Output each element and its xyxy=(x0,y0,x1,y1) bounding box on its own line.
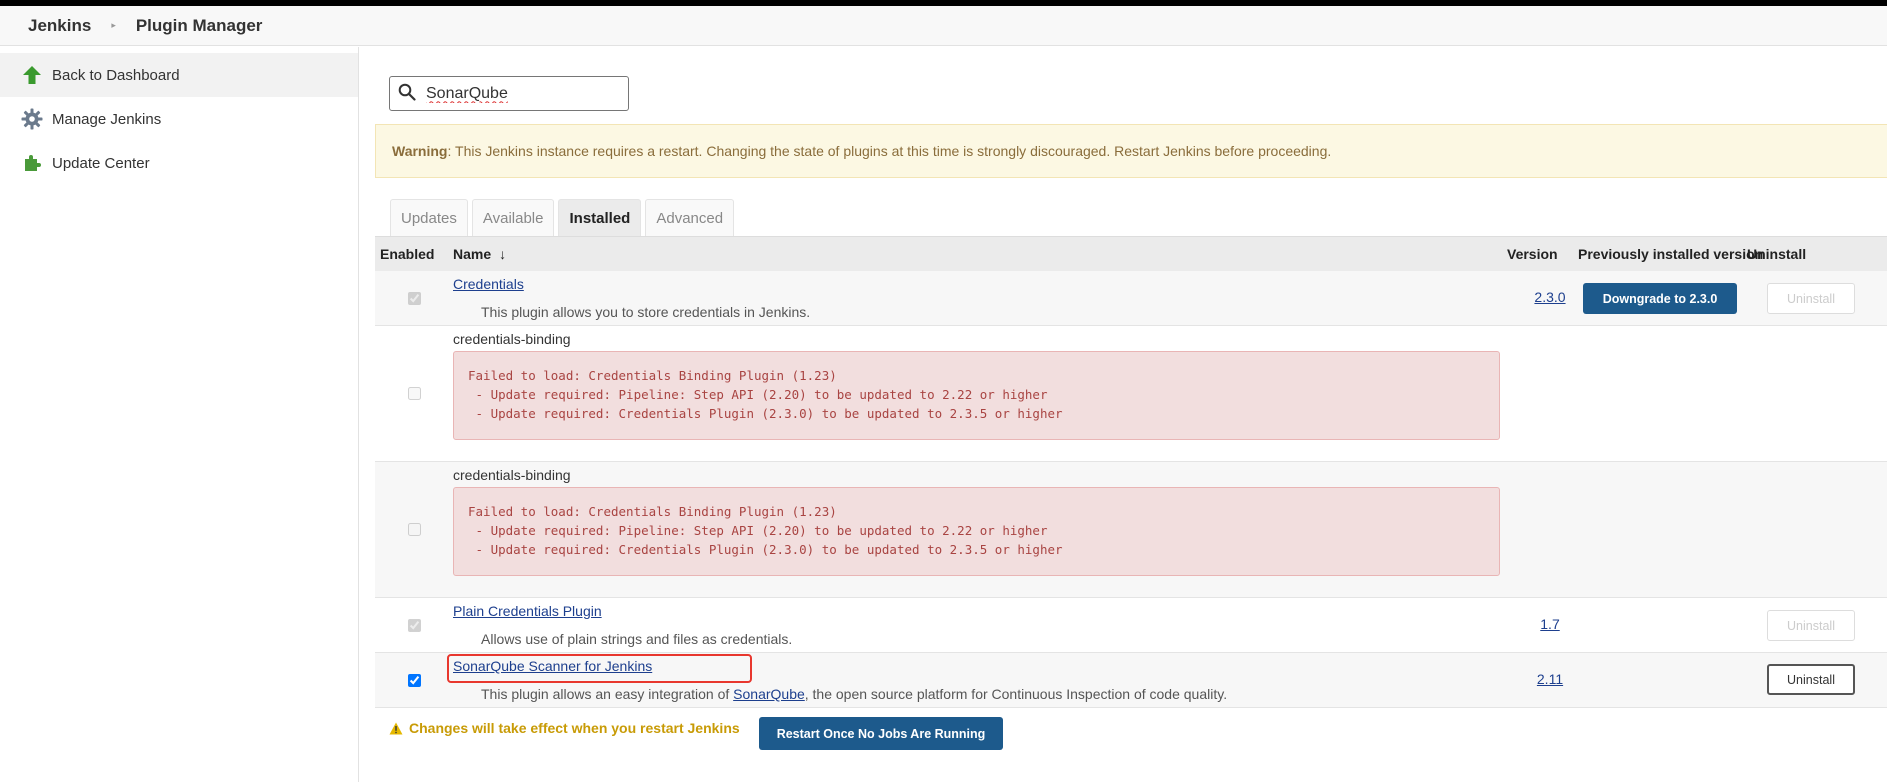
plugin-tabs: Updates Available Installed Advanced xyxy=(390,199,738,236)
breadcrumb-plugin-manager[interactable]: Plugin Manager xyxy=(136,16,263,36)
table-header: Enabled Name ↓ Version Previously instal… xyxy=(375,237,1887,271)
table-row: SonarQube Scanner for Jenkins This plugi… xyxy=(375,653,1887,708)
search-box xyxy=(389,76,629,111)
restart-note-text: Changes will take effect when you restar… xyxy=(409,720,740,736)
enabled-checkbox xyxy=(408,292,421,305)
restart-note: Changes will take effect when you restar… xyxy=(389,720,740,736)
warning-text: : This Jenkins instance requires a resta… xyxy=(447,143,1332,159)
enabled-checkbox xyxy=(408,523,421,536)
sonarqube-link[interactable]: SonarQube xyxy=(733,686,805,702)
restart-warning-banner: Warning: This Jenkins instance requires … xyxy=(375,124,1887,178)
plugin-version-link[interactable]: 1.7 xyxy=(1523,616,1577,632)
sidebar-item-manage-jenkins[interactable]: Manage Jenkins xyxy=(0,97,358,141)
uninstall-button[interactable]: Uninstall xyxy=(1767,664,1855,695)
tab-installed[interactable]: Installed xyxy=(558,199,642,236)
table-row: credentials-binding Failed to load: Cred… xyxy=(375,326,1887,462)
description-text: , the open source platform for Continuou… xyxy=(804,686,1228,702)
puzzle-icon xyxy=(20,151,44,175)
plugin-name: credentials-binding xyxy=(453,331,571,347)
sidebar-item-label: Manage Jenkins xyxy=(52,110,162,128)
plugin-name-link[interactable]: Credentials xyxy=(453,276,524,292)
enabled-checkbox xyxy=(408,387,421,400)
enabled-checkbox[interactable] xyxy=(408,674,421,687)
breadcrumb-chevron-icon: ▸ xyxy=(111,20,116,30)
uninstall-button-disabled: Uninstall xyxy=(1767,610,1855,641)
header-enabled[interactable]: Enabled xyxy=(380,237,434,271)
plugin-name-link[interactable]: SonarQube Scanner for Jenkins xyxy=(453,658,652,674)
header-version[interactable]: Version xyxy=(1507,237,1558,271)
sort-down-arrow-icon: ↓ xyxy=(499,246,507,262)
plugin-load-error: Failed to load: Credentials Binding Plug… xyxy=(453,351,1500,440)
sidebar: Back to Dashboard Manage Jenkins Update … xyxy=(0,47,359,782)
plugin-name: credentials-binding xyxy=(453,467,571,483)
header-uninstall[interactable]: Uninstall xyxy=(1747,237,1806,271)
header-name-label: Name xyxy=(453,246,492,262)
tab-advanced[interactable]: Advanced xyxy=(645,199,735,236)
breadcrumb: Jenkins ▸ Plugin Manager xyxy=(0,6,1887,46)
up-arrow-icon xyxy=(20,63,44,87)
uninstall-button-disabled: Uninstall xyxy=(1767,283,1855,314)
installed-plugins-table: Enabled Name ↓ Version Previously instal… xyxy=(375,236,1887,708)
search-input[interactable] xyxy=(424,83,614,104)
plugin-load-error: Failed to load: Credentials Binding Plug… xyxy=(453,487,1500,576)
plugin-description: This plugin allows you to store credenti… xyxy=(481,304,811,320)
plugin-description: Allows use of plain strings and files as… xyxy=(481,631,793,647)
table-row: Plain Credentials Plugin Allows use of p… xyxy=(375,598,1887,653)
tab-updates[interactable]: Updates xyxy=(390,199,468,236)
enabled-checkbox xyxy=(408,619,421,632)
downgrade-button[interactable]: Downgrade to 2.3.0 xyxy=(1583,283,1737,314)
main-content: Warning: This Jenkins instance requires … xyxy=(359,47,1887,782)
sidebar-item-back-to-dashboard[interactable]: Back to Dashboard xyxy=(0,53,358,97)
search-icon xyxy=(398,83,416,104)
breadcrumb-jenkins[interactable]: Jenkins xyxy=(28,16,91,36)
description-text: This plugin allows an easy integration o… xyxy=(481,686,734,702)
plugin-description: This plugin allows an easy integration o… xyxy=(481,686,1227,702)
sidebar-item-label: Update Center xyxy=(52,154,150,172)
tab-available[interactable]: Available xyxy=(471,199,555,236)
plugin-name-link[interactable]: Plain Credentials Plugin xyxy=(453,603,602,619)
header-name[interactable]: Name ↓ xyxy=(453,237,506,271)
plugin-version-link[interactable]: 2.11 xyxy=(1523,671,1577,687)
sidebar-item-update-center[interactable]: Update Center xyxy=(0,141,358,185)
sidebar-item-label: Back to Dashboard xyxy=(52,66,180,84)
restart-button[interactable]: Restart Once No Jobs Are Running xyxy=(759,717,1003,750)
table-row: credentials-binding Failed to load: Cred… xyxy=(375,462,1887,598)
plugin-version-link[interactable]: 2.3.0 xyxy=(1523,289,1577,305)
warning-triangle-icon xyxy=(389,722,403,735)
header-previously-installed[interactable]: Previously installed version xyxy=(1578,237,1763,271)
table-row: Credentials This plugin allows you to st… xyxy=(375,271,1887,326)
gear-icon xyxy=(20,107,44,131)
warning-label: Warning xyxy=(392,143,448,159)
